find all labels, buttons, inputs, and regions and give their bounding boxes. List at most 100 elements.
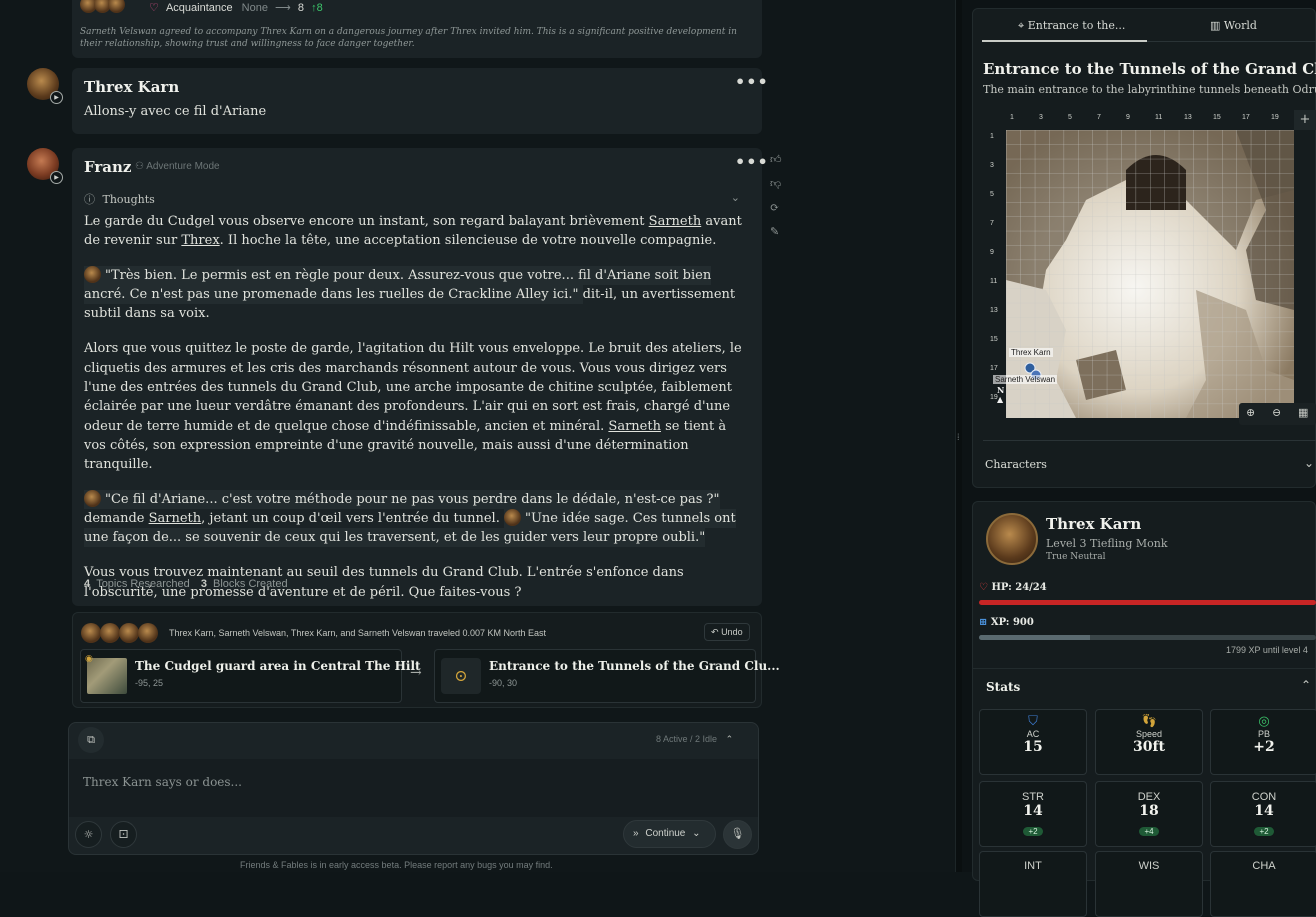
stat-cha[interactable]: CHA [1210, 851, 1316, 917]
stat-wis[interactable]: WIS [1095, 851, 1203, 917]
stat-str[interactable]: STR 14 +2 [979, 781, 1087, 847]
avatar [138, 623, 158, 643]
edit-icon[interactable]: ✎ [770, 225, 786, 249]
stat-speed[interactable]: 👣︎ Speed 30ft [1095, 709, 1203, 775]
delta-value: ↑8 [311, 2, 323, 14]
zoom-out-icon[interactable]: ⊖ [1272, 406, 1281, 419]
chevron-down-icon: ⌄ [692, 828, 701, 839]
map-controls: ⊕ ⊖ ▦ [1239, 403, 1316, 425]
map-zoom-in-button[interactable]: + [1294, 110, 1316, 130]
xp-bar [979, 635, 1316, 640]
map-row-label: 5 [990, 191, 994, 198]
travel-summary: Threx Karn, Sarneth Velswan, Threx Karn,… [169, 628, 547, 638]
modifier-badge: +2 [1023, 827, 1043, 836]
character-portrait [986, 513, 1038, 565]
character-class: Level 3 Tiefling Monk [1046, 537, 1168, 550]
shield-icon: ⛉ [1028, 714, 1038, 729]
stats-accordion[interactable]: Stats ⌃ [972, 668, 1316, 704]
chevron-down-icon: ⌄ [730, 191, 740, 204]
avatar [108, 0, 125, 13]
more-menu-icon[interactable]: ••• [735, 152, 769, 171]
zoom-in-icon[interactable]: ⊕ [1246, 406, 1255, 419]
stat-ac[interactable]: ⛉ AC 15 [979, 709, 1087, 775]
chevron-down-icon: ⌄ [1304, 456, 1315, 470]
character-link[interactable]: Sarneth [149, 511, 202, 526]
narration-paragraph: Le garde du Cudgel vous observe encore u… [84, 214, 742, 249]
token-label: Threx Karn [1009, 348, 1053, 357]
drag-handle-icon: ⁞ [957, 433, 960, 443]
from-value: None [241, 2, 268, 14]
map-column-label: 3 [1039, 114, 1043, 121]
dialogue-quote: "Ce fil d'Ariane... c'est votre méthode … [105, 491, 720, 507]
location-tabs: ⌖ Entrance to the... ▥ World [982, 12, 1316, 42]
play-icon[interactable]: ▶ [50, 91, 63, 104]
thumbs-up-icon[interactable]: 👍︎ [770, 153, 786, 177]
map-row-label: 3 [990, 162, 994, 169]
location-description: The main entrance to the labyrinthine tu… [983, 83, 1316, 96]
pin-icon: ◉ [85, 654, 93, 664]
avatar [119, 623, 139, 643]
character-link[interactable]: Sarneth [649, 214, 702, 229]
map-row-label: 7 [990, 220, 994, 227]
map-column-label: 7 [1097, 114, 1101, 121]
thumbs-down-icon[interactable]: 👎︎ [770, 177, 786, 201]
message-author: Threx Karn [84, 78, 180, 96]
tab-location[interactable]: ⌖ Entrance to the... [982, 12, 1147, 42]
map-column-label: 13 [1184, 114, 1192, 121]
to-location[interactable]: ⊙ Entrance to the Tunnels of the Grand C… [434, 649, 780, 703]
xp-icon: ⊞ [979, 617, 988, 628]
message-card: Threx Karn ••• Allons-y avec ce fil d'Ar… [72, 68, 768, 134]
fast-forward-icon: » [633, 828, 639, 839]
agents-status[interactable]: 8 Active / 2 Idle ⌃ [656, 734, 733, 745]
from-location[interactable]: ◉ The Cudgel guard area in Central The H… [80, 649, 421, 703]
relation-label: Acquaintance [165, 2, 233, 14]
microphone-button[interactable]: 🎙︎ [723, 820, 752, 849]
panel-resize-handle[interactable]: ⁞ [955, 0, 962, 872]
map-icon: ▥ [1210, 19, 1221, 32]
avatar-stack [81, 623, 161, 643]
avatar [100, 623, 120, 643]
dice-button[interactable]: ⚀ [110, 821, 137, 848]
character-link[interactable]: Threx [181, 233, 219, 248]
xp-remaining: 1799 XP until level 4 [1226, 645, 1308, 655]
map-row-label: 13 [990, 307, 998, 314]
more-menu-icon[interactable]: ••• [735, 72, 769, 91]
regenerate-icon[interactable]: ⟳ [770, 201, 786, 225]
suggest-button[interactable]: ☼ [75, 821, 102, 848]
target-icon: ◎ [1258, 714, 1270, 729]
stat-int[interactable]: INT [979, 851, 1087, 917]
play-icon[interactable]: ▶ [50, 171, 63, 184]
location-pin-icon: ⌖ [1018, 19, 1025, 32]
undo-button[interactable]: ↶ Undo [704, 623, 750, 641]
stat-con[interactable]: CON 14 +2 [1210, 781, 1316, 847]
location-pin-icon: ⊙ [441, 658, 481, 694]
grid-toggle-icon[interactable]: ▦ [1298, 406, 1308, 419]
travel-card: Threx Karn, Sarneth Velswan, Threx Karn,… [72, 612, 780, 708]
beta-footer: Friends & Fables is in early access beta… [240, 860, 553, 870]
map-column-label: 11 [1155, 114, 1163, 121]
character-link[interactable]: Sarneth [608, 419, 661, 434]
speaker-avatar [84, 265, 101, 283]
heart-icon: ♡ [979, 582, 988, 593]
microphone-icon: 🎙︎ [730, 827, 745, 840]
hp-bar [979, 600, 1316, 605]
to-value: 8 [297, 2, 304, 14]
context-toggle-button[interactable]: ⧉ [78, 727, 104, 753]
map-column-label: 17 [1242, 114, 1250, 121]
thoughts-toggle[interactable]: ⓘ Thoughts ⌄ [84, 191, 750, 207]
chat-panel: ♡ Acquaintance None ⟶ 8 ↑8 Sarneth Velsw… [0, 0, 955, 872]
stat-dex[interactable]: DEX 18 +4 [1095, 781, 1203, 847]
stat-pb[interactable]: ◎ PB +2 [1210, 709, 1316, 775]
xp-bar-fill [979, 635, 1091, 640]
tab-world[interactable]: ▥ World [1147, 12, 1316, 42]
continue-button[interactable]: » Continue ⌄ [623, 820, 716, 848]
map-column-label: 19 [1271, 114, 1279, 121]
composer: ⧉ 8 Active / 2 Idle ⌃ Threx Karn says or… [68, 722, 759, 855]
message-input[interactable]: Threx Karn says or does... [69, 759, 758, 817]
bulb-icon: ⓘ [84, 193, 95, 206]
heart-icon: ♡ [149, 2, 159, 14]
map-column-label: 9 [1126, 114, 1130, 121]
characters-accordion[interactable]: Characters ⌄ [983, 440, 1316, 488]
dialogue-paragraph: "Très bien. Le permis est en règle pour … [84, 265, 736, 322]
relationship-note: Sarneth Velswan agreed to accompany Thre… [80, 27, 737, 49]
